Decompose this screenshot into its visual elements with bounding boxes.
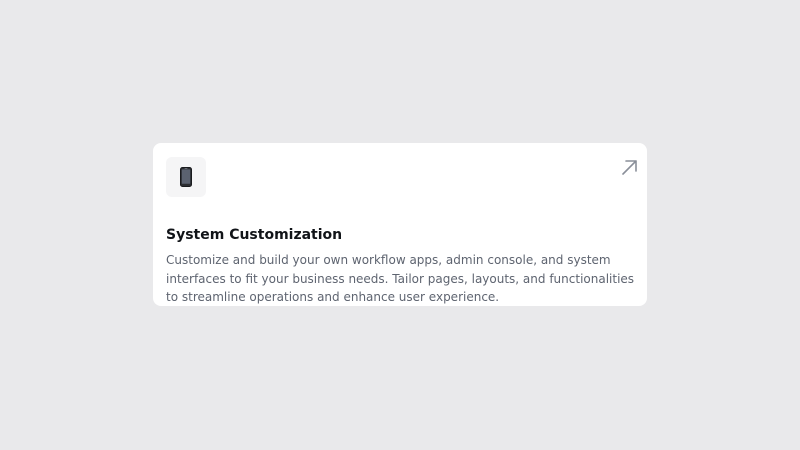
- arrow-up-right-icon: [621, 159, 637, 175]
- open-button[interactable]: [620, 158, 638, 176]
- smartphone-icon: [180, 167, 192, 187]
- feature-card[interactable]: System Customization Customize and build…: [153, 143, 647, 306]
- card-title: System Customization: [166, 227, 343, 243]
- icon-tile: [166, 157, 206, 197]
- card-description: Customize and build your own workflow ap…: [166, 253, 635, 304]
